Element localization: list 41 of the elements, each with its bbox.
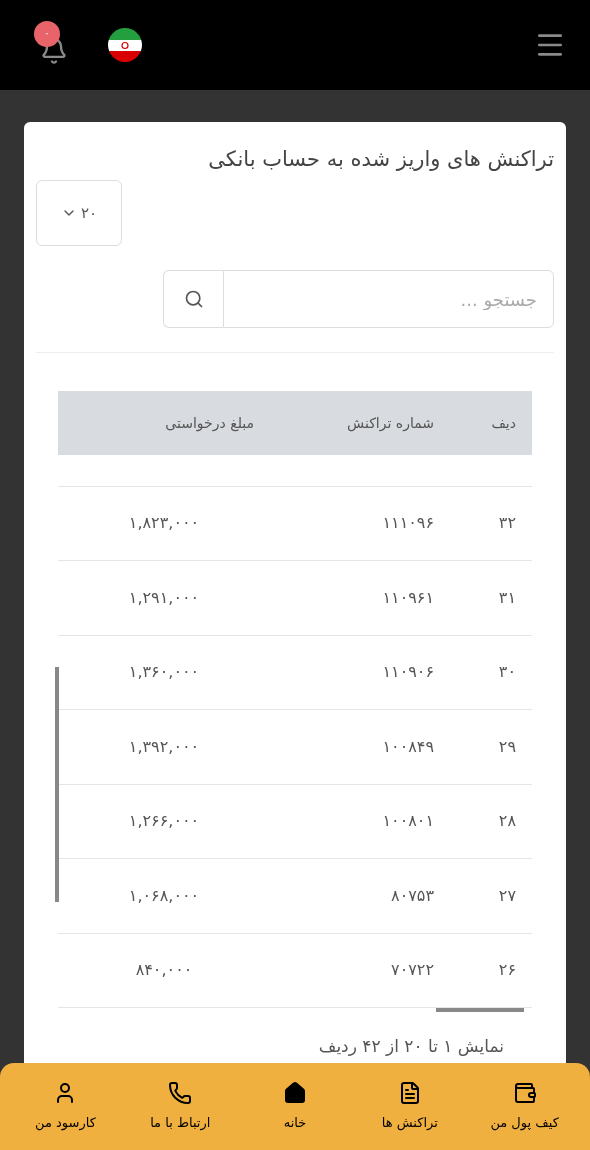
nav-item[interactable]: خانه xyxy=(245,1080,345,1133)
nav-item[interactable]: کارسود من xyxy=(15,1080,116,1133)
table-cell: ۱۰۰۸۰۱ xyxy=(270,784,450,859)
table-cell: ۱,۰۶۸,۰۰۰ xyxy=(58,858,270,933)
wallet-icon xyxy=(512,1080,537,1105)
table-cell: ۱۱۰۹۰۶ xyxy=(270,635,450,710)
nav-item[interactable]: کیف پول من xyxy=(474,1080,575,1133)
table-cell: ۷۰۷۲۲ xyxy=(270,933,450,1008)
table-cell: ۱۱۰۹۶۱ xyxy=(270,560,450,635)
table-footer-text: نمایش ۱ تا ۲۰ از ۴۲ ردیف xyxy=(317,1035,504,1058)
column-header: دیف xyxy=(450,391,532,455)
table-cell: ۱,۳۹۲,۰۰۰ xyxy=(58,709,270,784)
table-cell: ۲۹ xyxy=(450,709,532,784)
table-cell: ۱,۸۲۳,۰۰۰ xyxy=(58,486,270,561)
table-cell: ۱,۲۹۱,۰۰۰ xyxy=(58,560,270,635)
search-field[interactable]: جستجو ... xyxy=(223,270,554,328)
home-icon xyxy=(283,1080,307,1105)
table-cell: ۸۰۷۵۳ xyxy=(270,858,450,933)
table-cell: ۸۴۰,۰۰۰ xyxy=(58,933,270,1008)
bell-icon[interactable] xyxy=(40,37,68,65)
notification-badge: ۰ xyxy=(34,21,60,47)
table-cell: ۱,۲۶۶,۰۰۰ xyxy=(58,784,270,859)
phone-icon xyxy=(168,1080,193,1105)
table-cell: ۲۷ xyxy=(450,858,532,933)
table-cell: ۲۶ xyxy=(450,933,532,1008)
table-cell: ۱,۳۶۰,۰۰۰ xyxy=(58,635,270,710)
search-button[interactable] xyxy=(163,270,223,328)
nav-item[interactable]: ارتباط با ما xyxy=(130,1080,231,1133)
card-title: تراکنش های واریز شده به حساب بانکی xyxy=(207,146,554,173)
table-cell: ۳۱ xyxy=(450,560,532,635)
nav-item[interactable]: تراکنش ها xyxy=(359,1080,460,1133)
column-header: شماره تراکنش xyxy=(270,391,450,455)
page-size-select[interactable]: ۲۰ xyxy=(36,180,122,246)
table-cell: ۱۱۱۰۹۶ xyxy=(270,486,450,561)
table-cell: ۳۰ xyxy=(450,635,532,710)
table-cell: ۱۰۰۸۴۹ xyxy=(270,709,450,784)
search-icon xyxy=(183,289,204,309)
table-cell: ۲۸ xyxy=(450,784,532,859)
column-header: مبلغ درخواستی xyxy=(58,391,270,455)
table-cell: ۳۲ xyxy=(450,486,532,561)
flag-icon[interactable] xyxy=(108,28,142,62)
